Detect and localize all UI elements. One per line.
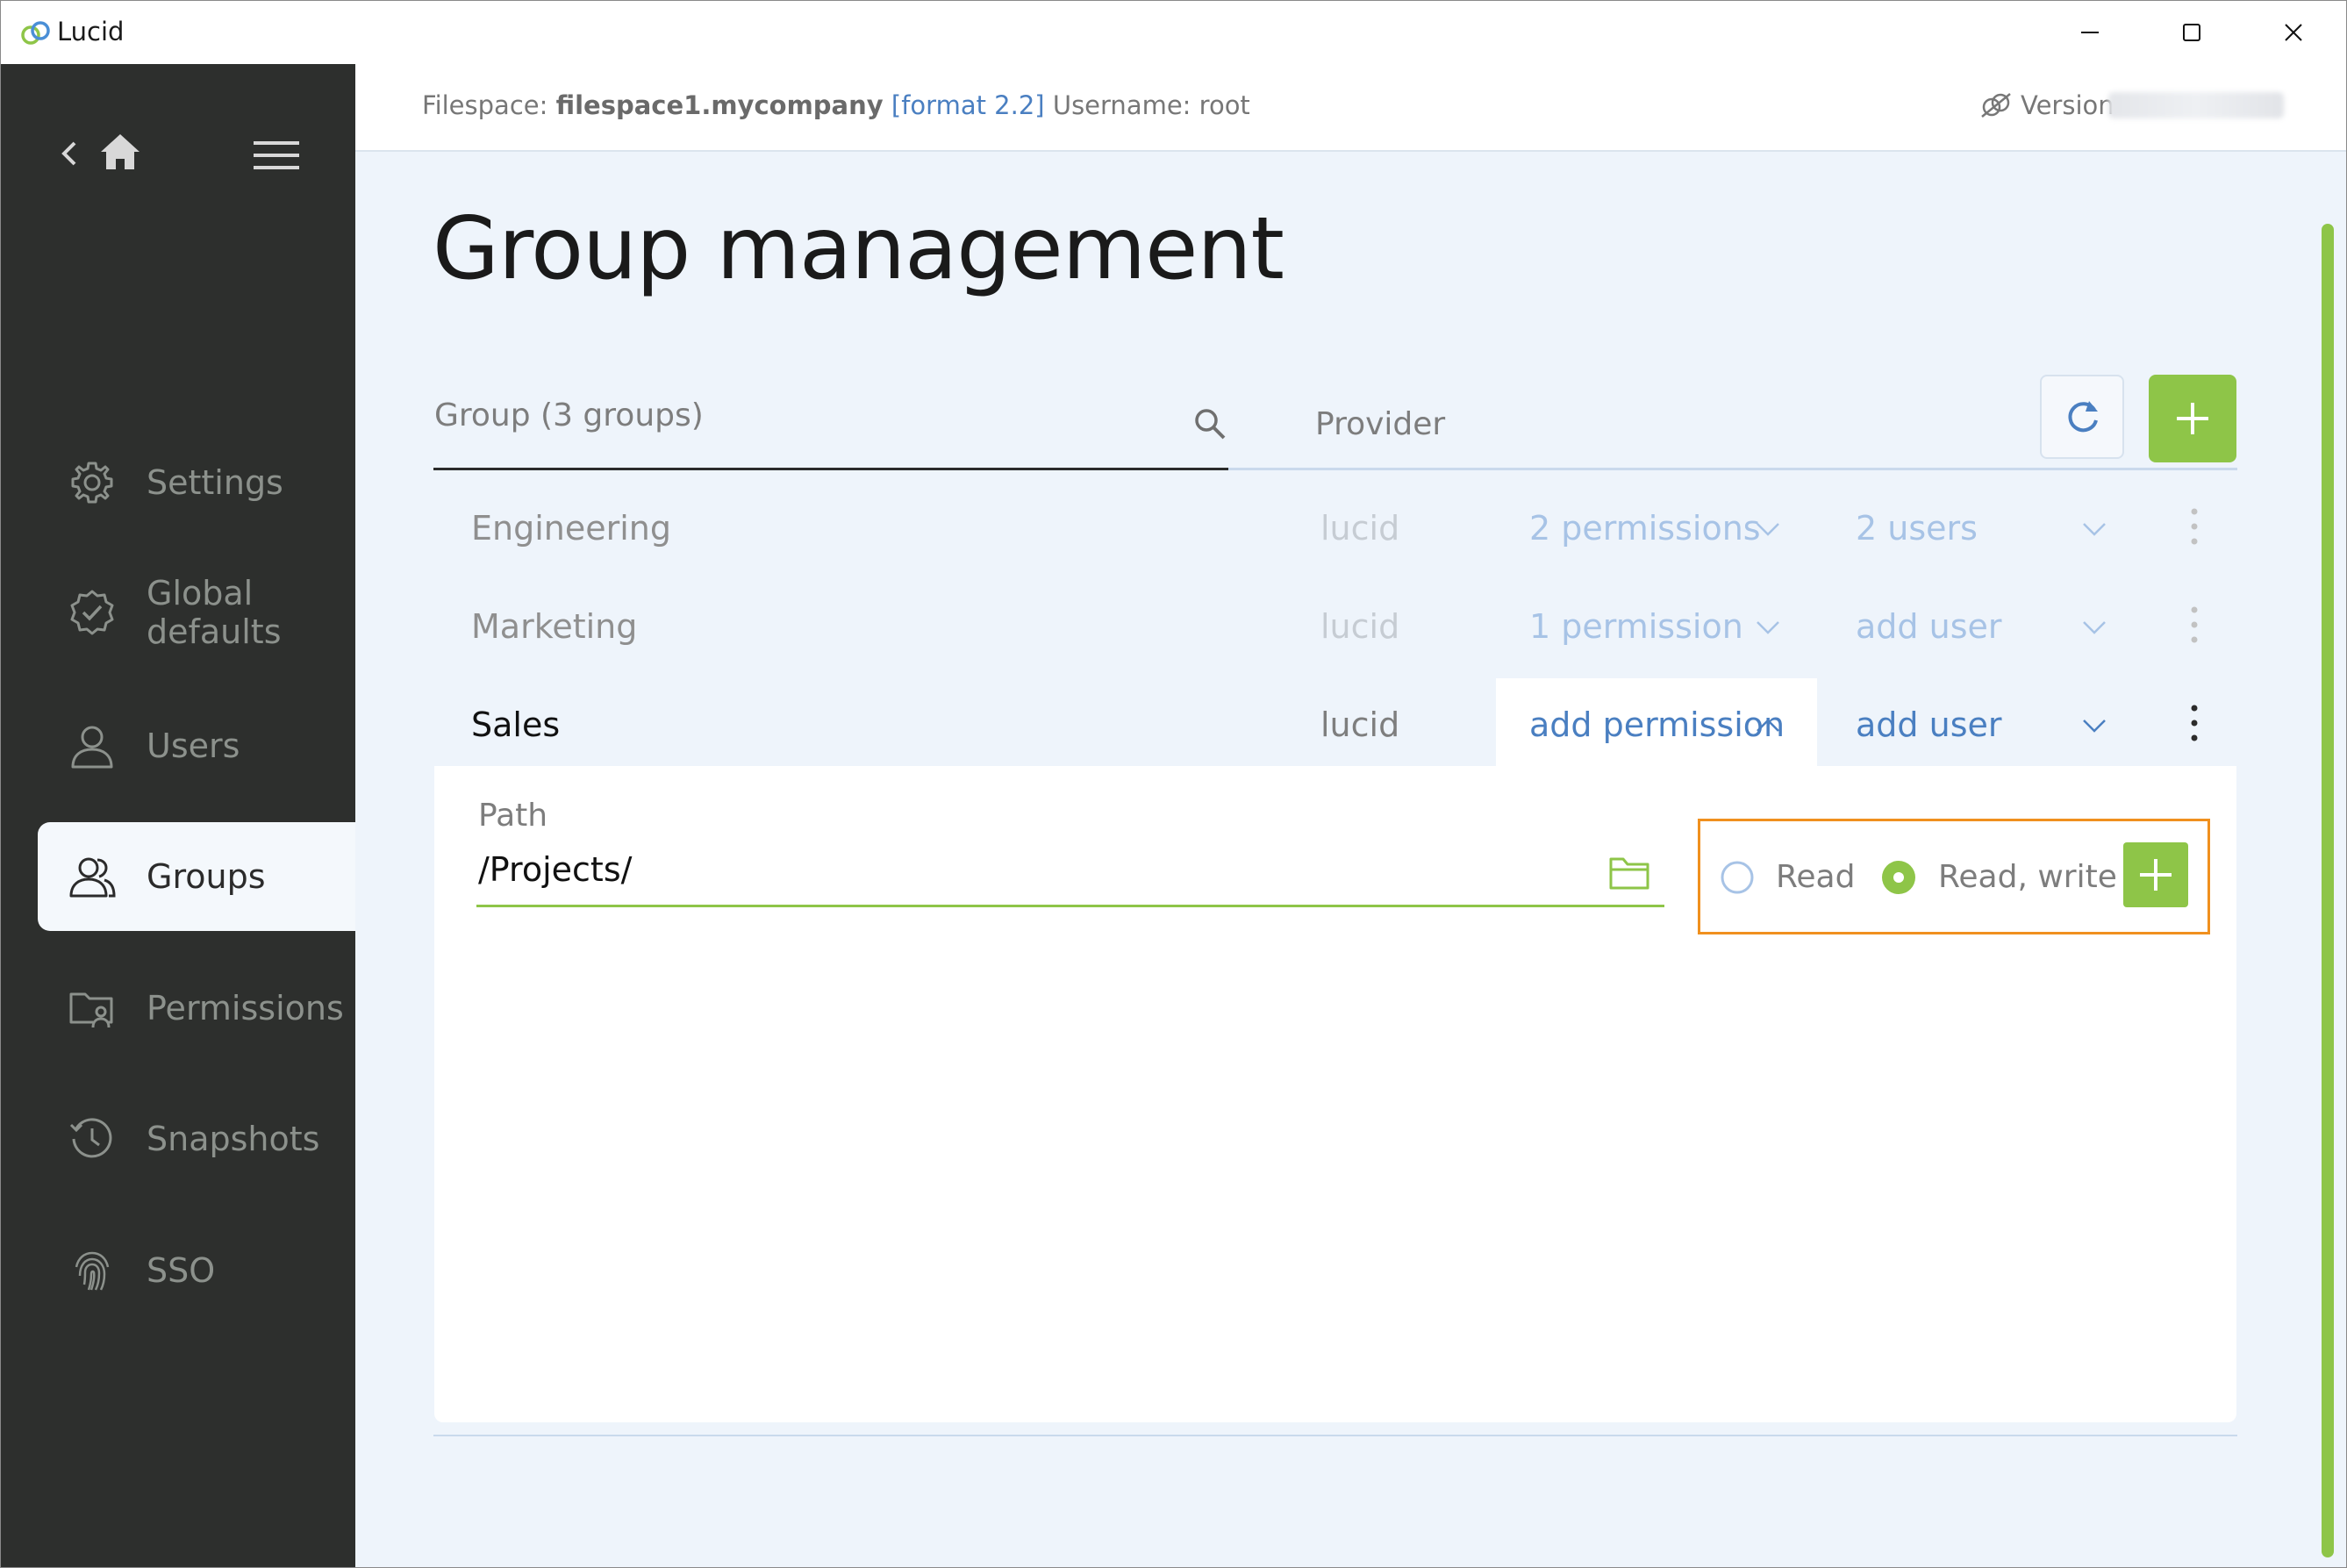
users-dropdown[interactable]: add user <box>1856 578 2002 675</box>
more-vertical-icon[interactable] <box>2187 506 2201 547</box>
sidebar-item-global-defaults[interactable]: Global defaults <box>38 558 355 667</box>
header-bar: Filespace: filespace1.mycompany [format … <box>355 64 2346 152</box>
sidebar-item-label: Settings <box>147 463 283 502</box>
add-permission-dropdown[interactable]: add permission <box>1529 677 1785 773</box>
chevron-up-icon[interactable] <box>1754 712 1782 740</box>
chevron-down-icon[interactable] <box>1754 515 1782 543</box>
table-row-sales[interactable]: Sales lucid add permission add user <box>434 677 2236 773</box>
maximize-icon <box>2183 24 2200 41</box>
radio-read[interactable] <box>1720 860 1755 895</box>
hamburger-menu-icon[interactable] <box>252 138 301 173</box>
filespace-label: Filespace: <box>422 90 548 120</box>
chevron-down-icon[interactable] <box>1754 613 1782 641</box>
folder-user-icon <box>69 992 113 1028</box>
users-icon <box>69 857 116 898</box>
group-filter-underline <box>433 468 1228 470</box>
plus-icon <box>2140 859 2172 891</box>
sidebar-item-label: SSO <box>147 1251 216 1290</box>
sidebar-item-label: Users <box>147 727 240 765</box>
username-text: Username: root <box>1052 90 1250 120</box>
refresh-button[interactable] <box>2040 375 2124 459</box>
lucid-logo-icon <box>21 21 50 45</box>
maximize-button[interactable] <box>2161 11 2222 54</box>
provider-filter-underline <box>1228 468 2237 470</box>
permissions-dropdown[interactable]: 2 permissions <box>1529 480 1761 576</box>
app-title: Lucid <box>57 17 125 47</box>
group-name: Marketing <box>471 607 638 646</box>
minimize-button[interactable] <box>2059 11 2121 54</box>
user-icon <box>71 726 113 769</box>
group-name: Sales <box>471 705 561 744</box>
sidebar-item-groups[interactable]: Groups <box>38 822 355 931</box>
badge-check-icon <box>70 590 114 635</box>
path-label: Path <box>478 798 548 834</box>
add-permission-panel: Path /Projects/ Read Read, write <box>434 766 2236 1422</box>
group-filter-input[interactable]: Group (3 groups) <box>434 397 704 433</box>
filespace-name: filespace1.mycompany <box>555 90 884 120</box>
access-mode-group: Read Read, write <box>1698 819 2210 934</box>
history-icon <box>69 1118 112 1158</box>
app-window: Lucid Settings Global defaults Users Gro… <box>0 0 2347 1568</box>
more-vertical-icon[interactable] <box>2187 605 2201 645</box>
radio-read-label[interactable]: Read <box>1776 860 1855 895</box>
back-icon[interactable] <box>57 136 80 171</box>
chevron-down-icon[interactable] <box>2080 515 2108 543</box>
path-input[interactable]: /Projects/ <box>478 850 632 889</box>
home-icon[interactable] <box>97 131 143 173</box>
permissions-dropdown[interactable]: 1 permission <box>1529 578 1743 675</box>
sidebar-item-permissions[interactable]: Permissions <box>38 954 355 1063</box>
gear-icon <box>71 462 113 504</box>
sidebar-item-users[interactable]: Users <box>38 691 355 800</box>
path-input-underline <box>476 905 1664 907</box>
sidebar-item-sso[interactable]: SSO <box>38 1216 355 1325</box>
table-row-marketing[interactable]: Marketing lucid 1 permission add user <box>434 578 2236 675</box>
refresh-icon <box>2068 401 2098 433</box>
title-bar: Lucid <box>1 1 2346 64</box>
group-name: Engineering <box>471 509 671 548</box>
table-bottom-divider <box>433 1435 2237 1436</box>
search-icon[interactable] <box>1191 405 1229 443</box>
lucid-outline-icon <box>1981 93 2011 118</box>
vertical-scrollbar[interactable] <box>2322 224 2334 1557</box>
version-label: Version <box>2021 90 2114 120</box>
radio-read-write[interactable] <box>1881 860 1916 895</box>
more-vertical-icon[interactable] <box>2187 703 2201 743</box>
group-provider: lucid <box>1320 509 1400 548</box>
sidebar-item-label: Groups <box>147 857 266 896</box>
chevron-down-icon[interactable] <box>2080 712 2108 740</box>
radio-read-write-label[interactable]: Read, write <box>1938 860 2117 895</box>
minimize-icon <box>2081 32 2099 33</box>
folder-icon[interactable] <box>1608 856 1650 891</box>
sidebar-item-label: Snapshots <box>147 1120 320 1158</box>
group-provider: lucid <box>1320 705 1400 744</box>
plus-icon <box>2177 403 2208 434</box>
sidebar-item-label: Permissions <box>147 989 344 1027</box>
provider-filter-input[interactable]: Provider <box>1315 406 1445 442</box>
add-permission-button[interactable] <box>2123 842 2188 907</box>
page-title: Group management <box>433 199 1284 299</box>
close-button[interactable] <box>2263 11 2324 54</box>
table-row-engineering[interactable]: Engineering lucid 2 permissions 2 users <box>434 480 2236 576</box>
chevron-down-icon[interactable] <box>2080 613 2108 641</box>
sidebar: Settings Global defaults Users Groups Pe… <box>1 64 355 1567</box>
format-link[interactable]: [format 2.2] <box>891 90 1045 120</box>
filespace-info: Filespace: filespace1.mycompany [format … <box>422 90 1250 120</box>
version-number-redacted <box>2108 92 2284 118</box>
sidebar-item-label: Global defaults <box>147 574 282 651</box>
sidebar-item-settings[interactable]: Settings <box>38 428 355 537</box>
add-group-button[interactable] <box>2149 375 2236 462</box>
sidebar-item-snapshots[interactable]: Snapshots <box>38 1085 355 1193</box>
add-user-dropdown[interactable]: add user <box>1856 677 2002 773</box>
close-icon <box>2285 24 2302 41</box>
users-dropdown[interactable]: 2 users <box>1856 480 1978 576</box>
group-provider: lucid <box>1320 607 1400 646</box>
fingerprint-icon <box>75 1251 110 1291</box>
